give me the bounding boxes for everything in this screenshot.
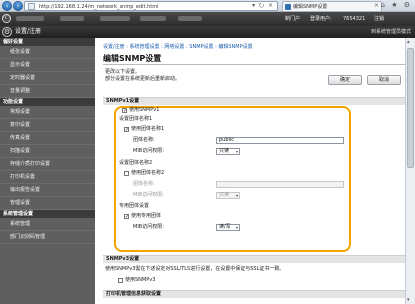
sidebar-item[interactable]: 部门识别码管理 [0,231,95,244]
sidebar-item[interactable]: 传真设置 [0,132,95,145]
instruction-text: 更改以下设置。 [105,69,141,75]
portal-link[interactable]: 制门户 [285,14,300,24]
mib-access1-value: 只读 [219,148,230,154]
brand-icon: Ⓒ [2,14,11,23]
mib-access2-value: 只读 [219,192,230,198]
ok-button[interactable]: 确定 [328,75,362,85]
page-title: 编辑SNMP设置 [103,54,162,63]
sidebar-item[interactable]: 打印机设置 [0,171,95,184]
snmpv3-section-header: SNMPv3设置 [103,255,413,263]
address-bar[interactable]: http://192.168.1.24/m_network_snmp_edit.… [24,1,278,11]
forward-button[interactable]: › [13,1,23,11]
dedicated-community-header: 专用团体设置 [119,203,150,209]
use-snmpv1-label: 使用SNMPv1 [129,107,160,113]
sidebar-item[interactable]: 复印设置 [0,119,95,132]
divider [103,64,408,65]
main-content: 设置/注册 : 系统管理设置 : 网络设置 : SNMP设置 : 编辑SNMP设… [95,38,415,304]
sidebar-item[interactable]: 输出报告设置 [0,184,95,197]
community2-header: 设置团体名称2 [119,160,153,166]
cancel-button[interactable]: 取消 [367,75,401,85]
chevron-down-icon: ▾ [235,149,238,154]
scrollbar-thumb[interactable] [407,48,414,168]
sidebar-item[interactable]: 显示设置 [0,59,95,72]
sidebar-item[interactable]: 定时器设置 [0,72,95,85]
community2-name-input[interactable] [216,181,344,188]
use-community2-checkbox[interactable] [124,171,129,176]
app-header: Ⓒ 制门户 登录用户: 7654321 注销 [0,12,415,26]
mib-access1-select[interactable]: 只读 ▾ [216,148,240,155]
header-blur [100,16,130,21]
page-icon [28,3,35,10]
sidebar-section-title: 功能设置 [0,98,95,106]
header-blur [60,16,84,21]
sidebar-item[interactable]: 音量调整 [0,85,95,98]
header-title: 设置/注册 [15,28,42,35]
header-blur [178,16,202,21]
header-blur [140,16,166,21]
tab-title: 编辑SNMP设置 [293,4,328,10]
community1-name-input[interactable]: public [216,137,344,144]
use-snmpv3-label: 使用SNMPv3 [125,277,156,283]
mib-access-label: MIB访问权限: [133,224,164,230]
community1-header: 设置团体名称1 [119,116,153,122]
chevron-down-icon: ▾ [235,225,238,230]
mib-access3-select[interactable]: 读/写 ▾ [216,224,240,231]
use-snmpv1-checkbox[interactable]: ✓ [122,108,127,114]
printer-management-section-header: 打印机管理信息获取设置 [103,290,413,298]
mib-access-label: MIB访问权限: [133,148,164,154]
login-user-id: 7654321 [343,16,366,22]
use-snmpv3-checkbox[interactable] [118,278,123,283]
tab-favicon-icon [285,4,291,10]
use-community1-checkbox[interactable]: ✓ [124,127,129,133]
snmpv3-note: 使用SNMPv3需在下述设定对SSL/TLS进行设置，在设置中保证与SSL证书一… [105,266,285,272]
use-dedicated-community-label: 使用专用团体 [131,213,162,219]
browser-toolbar: ‹ › http://192.168.1.24/m_network_snmp_e… [0,0,415,12]
instruction-text: 部分设置在系统更新后重新启动。 [105,76,181,82]
mib-access3-value: 读/写 [219,224,231,230]
sidebar: 偏好设置 纸张设置 显示设置 定时器设置 音量调整 功能设置 常规设置 复印设置… [0,38,95,304]
gear-icon: ⚙ [2,27,12,37]
sidebar-item[interactable]: 纸张设置 [0,46,95,59]
sidebar-item[interactable]: 管理设置 [0,197,95,210]
address-tools[interactable]: ▾ ⭮ × [252,2,274,10]
scroll-down-icon[interactable]: ▾ [407,297,410,303]
scroll-up-icon[interactable]: ▴ [407,39,410,45]
login-user-label: 登录用户: [310,16,332,22]
logout-link[interactable]: 注销 [374,14,384,24]
mib-access2-select[interactable]: 只读 ▾ [216,192,240,199]
breadcrumb[interactable]: 设置/注册 : 系统管理设置 : 网络设置 : SNMP设置 : 编辑SNMP设… [103,43,253,50]
sidebar-item[interactable]: 常规设置 [0,106,95,119]
community-name-label: 团体名称: [133,137,155,143]
use-dedicated-community-checkbox[interactable]: ✓ [124,214,129,220]
settings-header: ⚙ 设置/注册 到系统管理员模式 [0,26,415,38]
sidebar-item[interactable]: 存储介质打印设置 [0,158,95,171]
back-button[interactable]: ‹ [2,1,12,11]
scrollbar[interactable]: ▴ ▾ [405,38,415,304]
header-blur [16,16,44,21]
sidebar-section-title: 偏好设置 [0,38,95,46]
admin-mode-link[interactable]: 到系统管理员模式 [371,27,411,37]
browser-toolbar-icons[interactable]: ⌂ ★ ⚙ [381,1,412,10]
url-text: http://192.168.1.24/m_network_snmp_edit.… [39,4,159,10]
community-name-label: 团体名称: [133,181,155,187]
use-community2-label: 使用团体名称2 [131,170,165,176]
chevron-down-icon: ▾ [235,193,238,198]
sidebar-section-title: 系统管理设置 [0,210,95,218]
sidebar-item[interactable]: 系统管理 [0,218,95,231]
mib-access-label: MIB访问权限: [133,192,164,198]
browser-tab[interactable]: 编辑SNMP设置 × [282,1,382,11]
sidebar-item[interactable]: 扫描设置 [0,145,95,158]
use-community1-label: 使用团体名称1 [131,126,165,132]
tab-close-icon[interactable]: × [374,2,379,10]
snmpv1-section-header: SNMPv1设置 [103,97,413,105]
